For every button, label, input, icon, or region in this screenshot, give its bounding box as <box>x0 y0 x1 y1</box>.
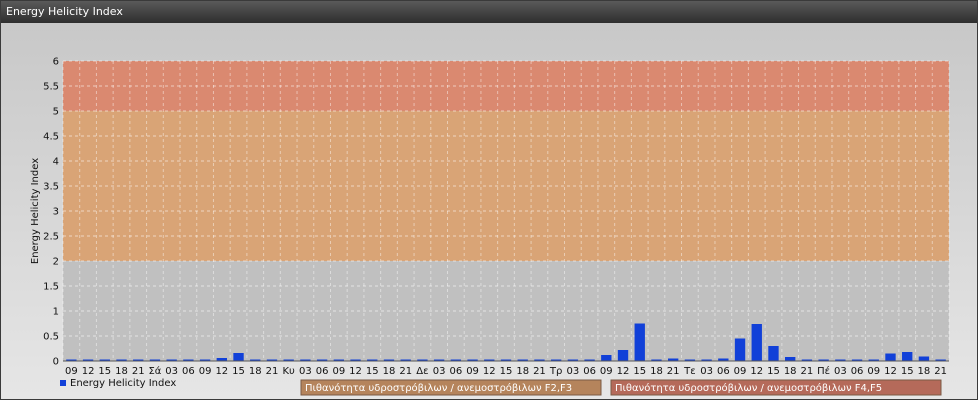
x-tick-label: 18 <box>918 366 931 377</box>
x-tick-label: 12 <box>82 366 95 377</box>
x-tick-label: 21 <box>399 366 412 377</box>
x-tick-label: 18 <box>784 366 797 377</box>
y-tick-label: 6 <box>53 57 59 68</box>
x-tick-label: 12 <box>750 366 763 377</box>
y-tick-label: 4.5 <box>43 132 59 143</box>
x-tick-label: 21 <box>533 366 546 377</box>
x-tick-label: 21 <box>667 366 680 377</box>
x-tick-label: 15 <box>366 366 379 377</box>
y-tick-label: 5.5 <box>43 82 59 93</box>
y-tick-label: 2.5 <box>43 232 59 243</box>
x-tick-label: Τε <box>683 366 696 377</box>
bar-50 <box>902 352 913 361</box>
bar-32 <box>601 355 612 361</box>
y-tick-label: 3.5 <box>43 182 59 193</box>
x-tick-label: 15 <box>901 366 914 377</box>
x-tick-label: 09 <box>65 366 78 377</box>
x-tick-label: 06 <box>717 366 730 377</box>
x-tick-label: 18 <box>516 366 529 377</box>
bar-42 <box>768 346 779 361</box>
x-tick-label: 21 <box>266 366 279 377</box>
band-label-text-1: Πιθανότητα υδροστρόβιλων / ανεμοστρόβιλω… <box>615 382 882 394</box>
bar-41 <box>751 324 762 361</box>
x-tick-label: 09 <box>466 366 479 377</box>
x-tick-label: 03 <box>567 366 580 377</box>
x-tick-label: Κυ <box>283 366 296 377</box>
x-tick-label: Πέ <box>817 365 830 377</box>
x-tick-label: 06 <box>851 366 864 377</box>
x-tick-label: 12 <box>483 366 496 377</box>
y-tick-label: 1 <box>53 307 59 318</box>
x-tick-label: 21 <box>801 366 814 377</box>
y-tick-label: 0 <box>53 357 59 368</box>
bar-49 <box>885 353 896 361</box>
y-tick-label: 0.5 <box>43 332 59 343</box>
x-tick-label: 09 <box>600 366 613 377</box>
y-tick-label: 2 <box>53 257 59 268</box>
x-tick-label: 09 <box>734 366 747 377</box>
x-tick-label: 09 <box>332 366 345 377</box>
x-tick-label: 06 <box>583 366 596 377</box>
x-tick-label: 09 <box>199 366 212 377</box>
y-axis-label: Energy Helicity Index <box>30 158 41 264</box>
x-tick-label: Δε <box>416 366 428 377</box>
y-tick-label: 5 <box>53 107 59 118</box>
x-tick-label: 03 <box>299 366 312 377</box>
y-tick-label: 1.5 <box>43 282 59 293</box>
x-tick-label: 03 <box>433 366 446 377</box>
band-label-text-0: Πιθανότητα υδροστρόβιλων / ανεμοστρόβιλω… <box>305 382 572 394</box>
x-tick-label: 06 <box>316 366 329 377</box>
bar-34 <box>634 323 645 361</box>
panel-title: Energy Helicity Index <box>6 5 123 18</box>
x-tick-label: 18 <box>115 366 128 377</box>
panel-title-bar: Energy Helicity Index <box>1 1 977 23</box>
y-tick-label: 3 <box>53 207 59 218</box>
x-tick-label: Σά <box>148 365 161 377</box>
x-tick-label: 15 <box>633 366 646 377</box>
bar-10 <box>233 353 244 361</box>
x-tick-label: 12 <box>617 366 630 377</box>
bar-33 <box>617 350 629 361</box>
legend-swatch <box>60 380 66 386</box>
x-tick-label: 03 <box>700 366 713 377</box>
x-tick-label: 15 <box>767 366 780 377</box>
x-tick-label: 18 <box>249 366 262 377</box>
x-tick-label: 09 <box>867 366 880 377</box>
energy-helicity-chart: 00.511.522.533.544.555.56 09 12 15 18 21 Σά 03… <box>1 23 977 399</box>
x-tick-label: 03 <box>834 366 847 377</box>
y-tick-label: 4 <box>53 157 59 168</box>
bar-43 <box>785 357 796 361</box>
x-tick-label: 12 <box>349 366 362 377</box>
x-tick-label: 15 <box>500 366 513 377</box>
x-tick-label: 21 <box>132 366 145 377</box>
x-tick-label: 18 <box>650 366 663 377</box>
x-tick-label: 15 <box>98 366 111 377</box>
legend-label: Energy Helicity Index <box>70 378 176 389</box>
chart-panel: Energy Helicity Index 0 0.5 1 1.5 2 2.5 3 3.5 4 4… <box>0 0 978 400</box>
x-tick-label: 06 <box>182 366 195 377</box>
x-tick-label: Τρ <box>549 366 562 377</box>
x-tick-label: 18 <box>383 366 396 377</box>
x-tick-label: 21 <box>934 366 947 377</box>
bar-51 <box>918 356 930 361</box>
x-tick-label: 03 <box>165 366 178 377</box>
x-tick-label: 12 <box>215 366 228 377</box>
x-tick-label: 06 <box>449 366 462 377</box>
bar-40 <box>734 338 746 361</box>
x-tick-label: 12 <box>884 366 897 377</box>
x-tick-label: 15 <box>232 366 245 377</box>
